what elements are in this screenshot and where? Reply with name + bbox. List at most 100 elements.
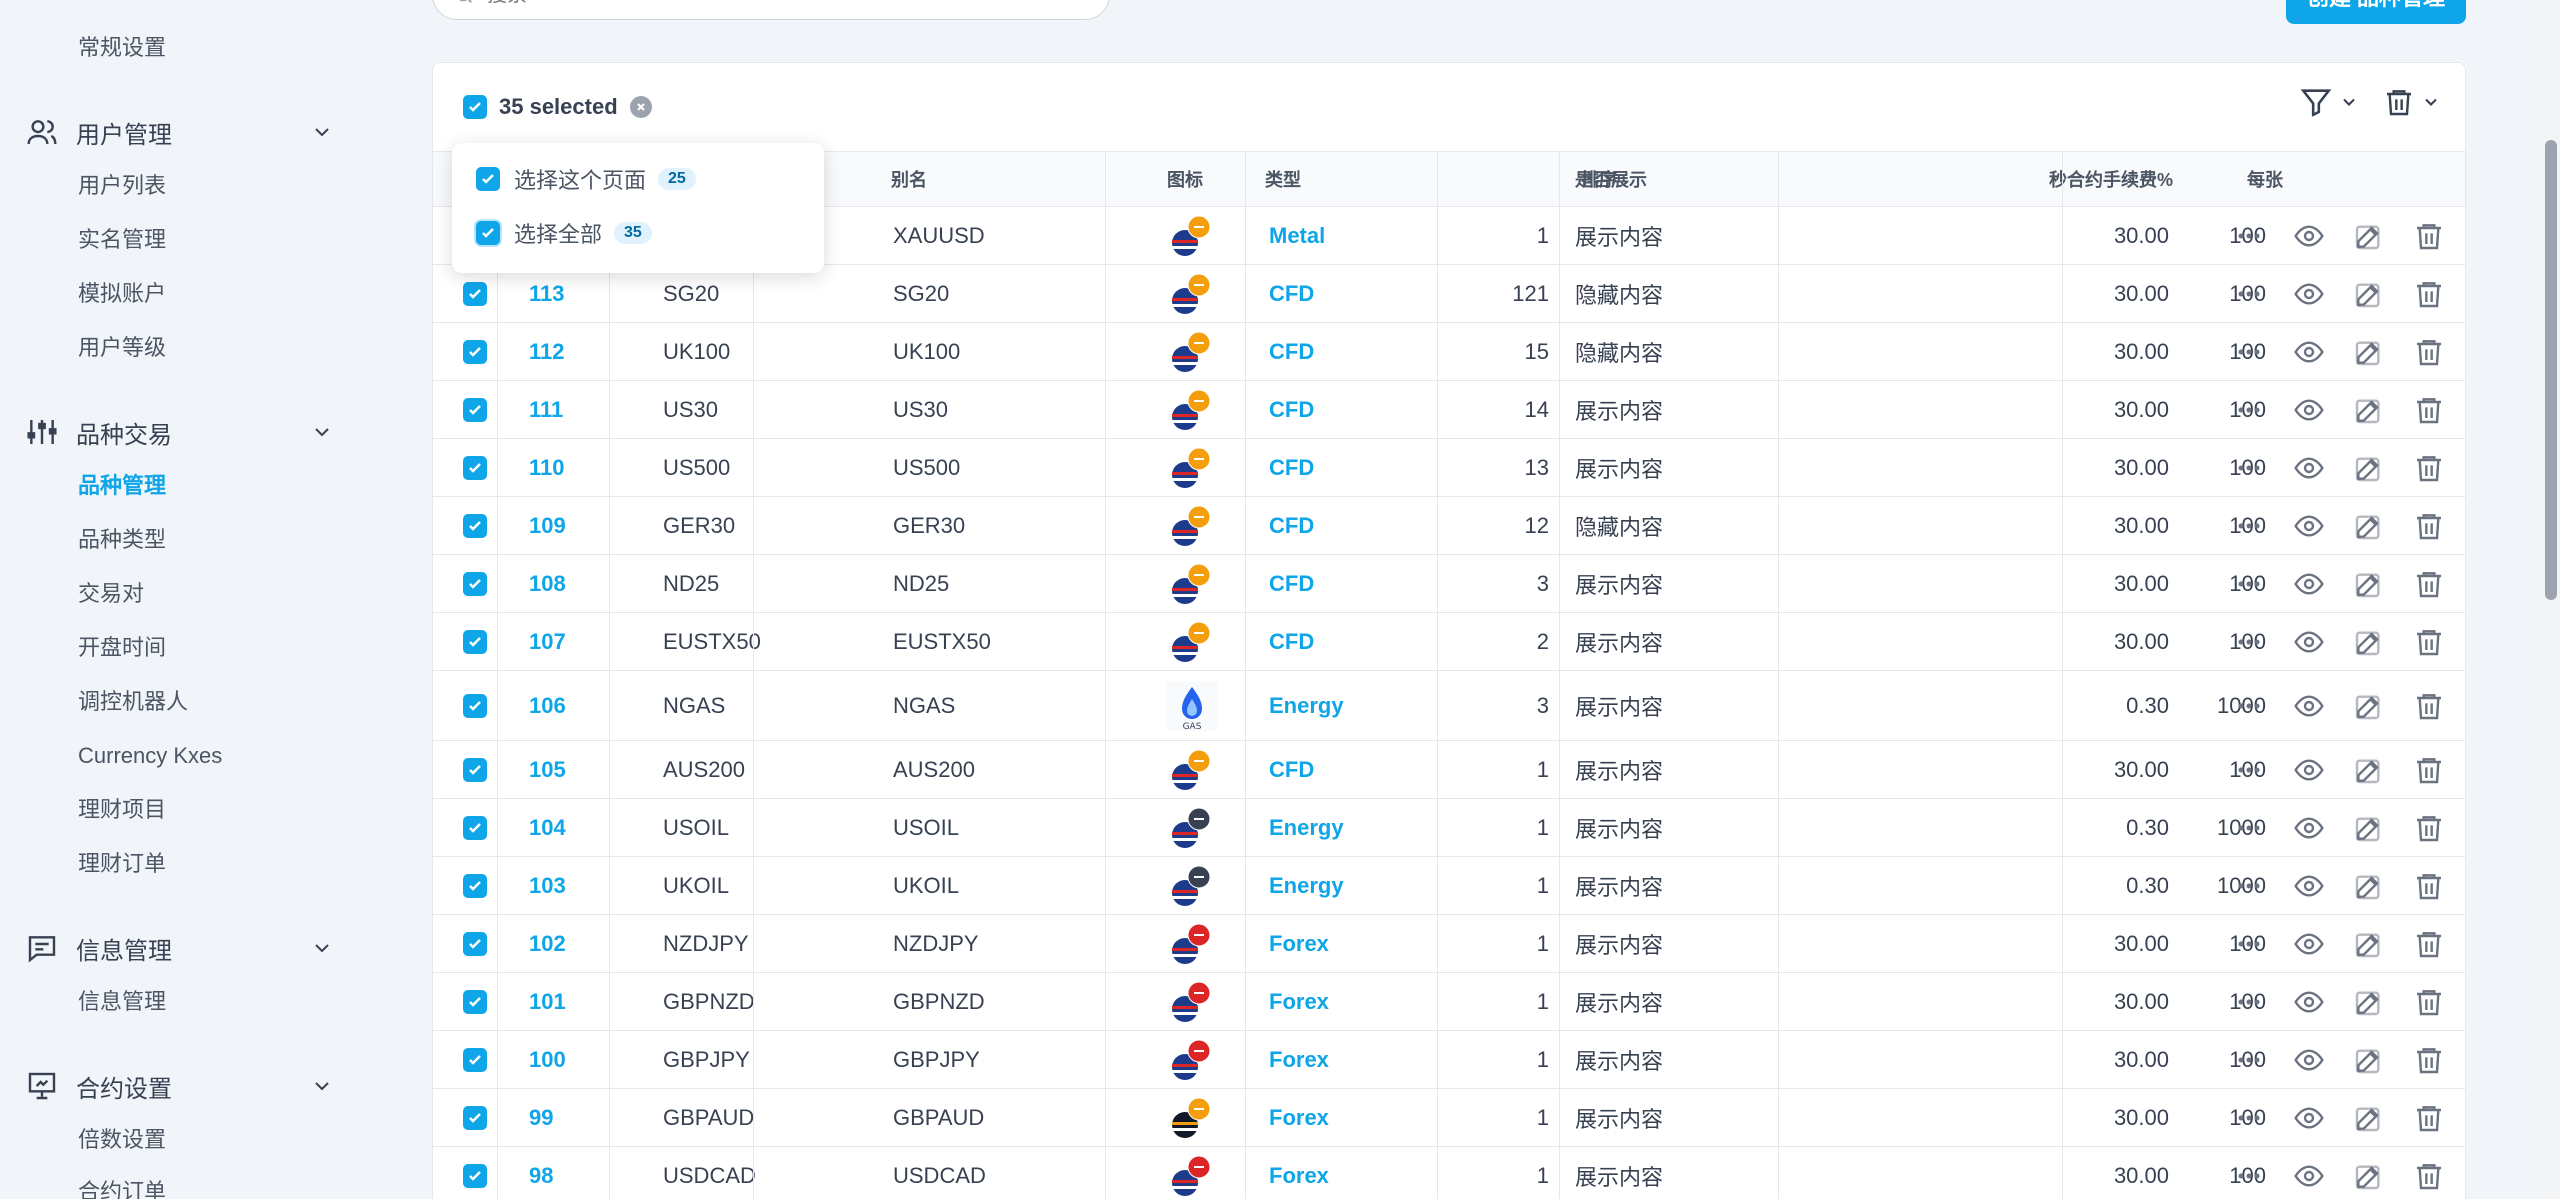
- row-checkbox[interactable]: [463, 339, 487, 364]
- delete-icon[interactable]: [2413, 1102, 2445, 1134]
- select-page-checkbox[interactable]: [476, 167, 500, 191]
- row-checkbox[interactable]: [463, 757, 487, 782]
- row-id[interactable]: 103: [529, 857, 566, 914]
- row-id[interactable]: 109: [529, 497, 566, 554]
- table-row[interactable]: 112 UK100 UK100 CFD 15 隐藏内容 30.00 100: [433, 323, 2465, 381]
- edit-icon[interactable]: [2353, 1160, 2385, 1192]
- more-icon[interactable]: [2233, 626, 2265, 658]
- row-id[interactable]: 108: [529, 555, 566, 612]
- row-checkbox[interactable]: [463, 455, 487, 480]
- view-icon[interactable]: [2293, 336, 2325, 368]
- table-row[interactable]: 111 US30 US30 CFD 14 展示内容 30.00 100: [433, 381, 2465, 439]
- row-id[interactable]: 100: [529, 1031, 566, 1088]
- edit-icon[interactable]: [2353, 928, 2385, 960]
- view-icon[interactable]: [2293, 626, 2325, 658]
- more-icon[interactable]: [2233, 452, 2265, 484]
- clear-selection-icon[interactable]: [629, 96, 652, 118]
- more-icon[interactable]: [2233, 986, 2265, 1018]
- sidebar-item-open-time[interactable]: 开盘时间: [78, 631, 166, 665]
- row-id[interactable]: 101: [529, 973, 566, 1030]
- header-type[interactable]: 类型: [1265, 152, 1301, 208]
- row-checkbox[interactable]: [463, 397, 487, 422]
- more-icon[interactable]: [2233, 870, 2265, 902]
- row-type[interactable]: Forex: [1269, 973, 1329, 1030]
- edit-icon[interactable]: [2353, 690, 2385, 722]
- table-row[interactable]: 107 EUSTX50 EUSTX50 CFD 2 展示内容 30.00 100: [433, 613, 2465, 671]
- view-icon[interactable]: [2293, 754, 2325, 786]
- delete-icon[interactable]: [2413, 1160, 2445, 1192]
- sidebar-item-wealth-order[interactable]: 理财订单: [78, 847, 166, 881]
- delete-icon[interactable]: [2413, 690, 2445, 722]
- row-type[interactable]: CFD: [1269, 381, 1314, 438]
- table-row[interactable]: 100 GBPJPY GBPJPY Forex 1 展示内容 30.00 100: [433, 1031, 2465, 1089]
- row-type[interactable]: Energy: [1269, 857, 1344, 914]
- row-type[interactable]: Forex: [1269, 915, 1329, 972]
- more-icon[interactable]: [2233, 278, 2265, 310]
- row-type[interactable]: CFD: [1269, 265, 1314, 322]
- search-input[interactable]: [487, 0, 987, 7]
- sidebar-item-demo-account[interactable]: 模拟账户: [78, 277, 166, 311]
- table-row[interactable]: 109 GER30 GER30 CFD 12 隐藏内容 30.00 100: [433, 497, 2465, 555]
- more-icon[interactable]: [2233, 812, 2265, 844]
- row-id[interactable]: 112: [529, 323, 565, 380]
- row-checkbox[interactable]: [463, 1105, 487, 1130]
- sidebar-item-symbol-management[interactable]: 品种管理: [78, 469, 166, 503]
- more-icon[interactable]: [2233, 510, 2265, 542]
- view-icon[interactable]: [2293, 452, 2325, 484]
- row-id[interactable]: 107: [529, 613, 566, 670]
- table-row[interactable]: 105 AUS200 AUS200 CFD 1 展示内容 30.00 100: [433, 741, 2465, 799]
- row-id[interactable]: 111: [529, 381, 563, 438]
- filter-button[interactable]: [2299, 85, 2359, 119]
- delete-icon[interactable]: [2413, 812, 2445, 844]
- scroll-thumb[interactable]: [2545, 140, 2557, 600]
- row-checkbox[interactable]: [463, 931, 487, 956]
- table-row[interactable]: 101 GBPNZD GBPNZD Forex 1 展示内容 30.00 100: [433, 973, 2465, 1031]
- row-type[interactable]: Energy: [1269, 799, 1344, 856]
- delete-icon[interactable]: [2413, 928, 2445, 960]
- table-row[interactable]: 103 UKOIL UKOIL Energy 1 展示内容 0.30 1000: [433, 857, 2465, 915]
- select-all-rows-checkbox[interactable]: [476, 221, 500, 245]
- row-id[interactable]: 99: [529, 1089, 553, 1146]
- delete-icon[interactable]: [2413, 336, 2445, 368]
- edit-icon[interactable]: [2353, 754, 2385, 786]
- table-row[interactable]: 102 NZDJPY NZDJPY Forex 1 展示内容 30.00 100: [433, 915, 2465, 973]
- select-all-checkbox[interactable]: [463, 95, 487, 119]
- view-icon[interactable]: [2293, 812, 2325, 844]
- sidebar-group-users[interactable]: 用户管理: [24, 112, 334, 152]
- row-checkbox[interactable]: [463, 1163, 487, 1188]
- row-type[interactable]: CFD: [1269, 613, 1314, 670]
- select-all-option[interactable]: 选择全部 35: [476, 215, 652, 251]
- edit-icon[interactable]: [2353, 870, 2385, 902]
- header-per[interactable]: 每张: [2133, 152, 2283, 208]
- more-icon[interactable]: [2233, 1044, 2265, 1076]
- more-icon[interactable]: [2233, 394, 2265, 426]
- row-checkbox[interactable]: [463, 513, 487, 538]
- header-display[interactable]: 是否展示: [1575, 152, 1647, 208]
- sidebar-item-multiplier[interactable]: 倍数设置: [78, 1123, 166, 1157]
- delete-icon[interactable]: [2413, 1044, 2445, 1076]
- row-type[interactable]: CFD: [1269, 741, 1314, 798]
- sidebar-item-user-list[interactable]: 用户列表: [78, 169, 166, 203]
- edit-icon[interactable]: [2353, 452, 2385, 484]
- row-type[interactable]: Forex: [1269, 1089, 1329, 1146]
- row-id[interactable]: 98: [529, 1147, 553, 1199]
- row-checkbox[interactable]: [463, 629, 487, 654]
- more-icon[interactable]: [2233, 690, 2265, 722]
- view-icon[interactable]: [2293, 1160, 2325, 1192]
- delete-icon[interactable]: [2413, 754, 2445, 786]
- row-type[interactable]: Forex: [1269, 1147, 1329, 1199]
- row-type[interactable]: Energy: [1269, 671, 1344, 740]
- table-row[interactable]: 99 GBPAUD GBPAUD Forex 1 展示内容 30.00 100: [433, 1089, 2465, 1147]
- view-icon[interactable]: [2293, 986, 2325, 1018]
- view-icon[interactable]: [2293, 928, 2325, 960]
- delete-icon[interactable]: [2413, 394, 2445, 426]
- row-checkbox[interactable]: [463, 571, 487, 596]
- delete-icon[interactable]: [2413, 278, 2445, 310]
- row-checkbox[interactable]: [463, 281, 487, 306]
- edit-icon[interactable]: [2353, 278, 2385, 310]
- delete-icon[interactable]: [2413, 986, 2445, 1018]
- table-row[interactable]: 104 USOIL USOIL Energy 1 展示内容 0.30 1000: [433, 799, 2465, 857]
- sidebar-group-trading[interactable]: 品种交易: [24, 412, 334, 452]
- edit-icon[interactable]: [2353, 220, 2385, 252]
- row-checkbox[interactable]: [463, 815, 487, 840]
